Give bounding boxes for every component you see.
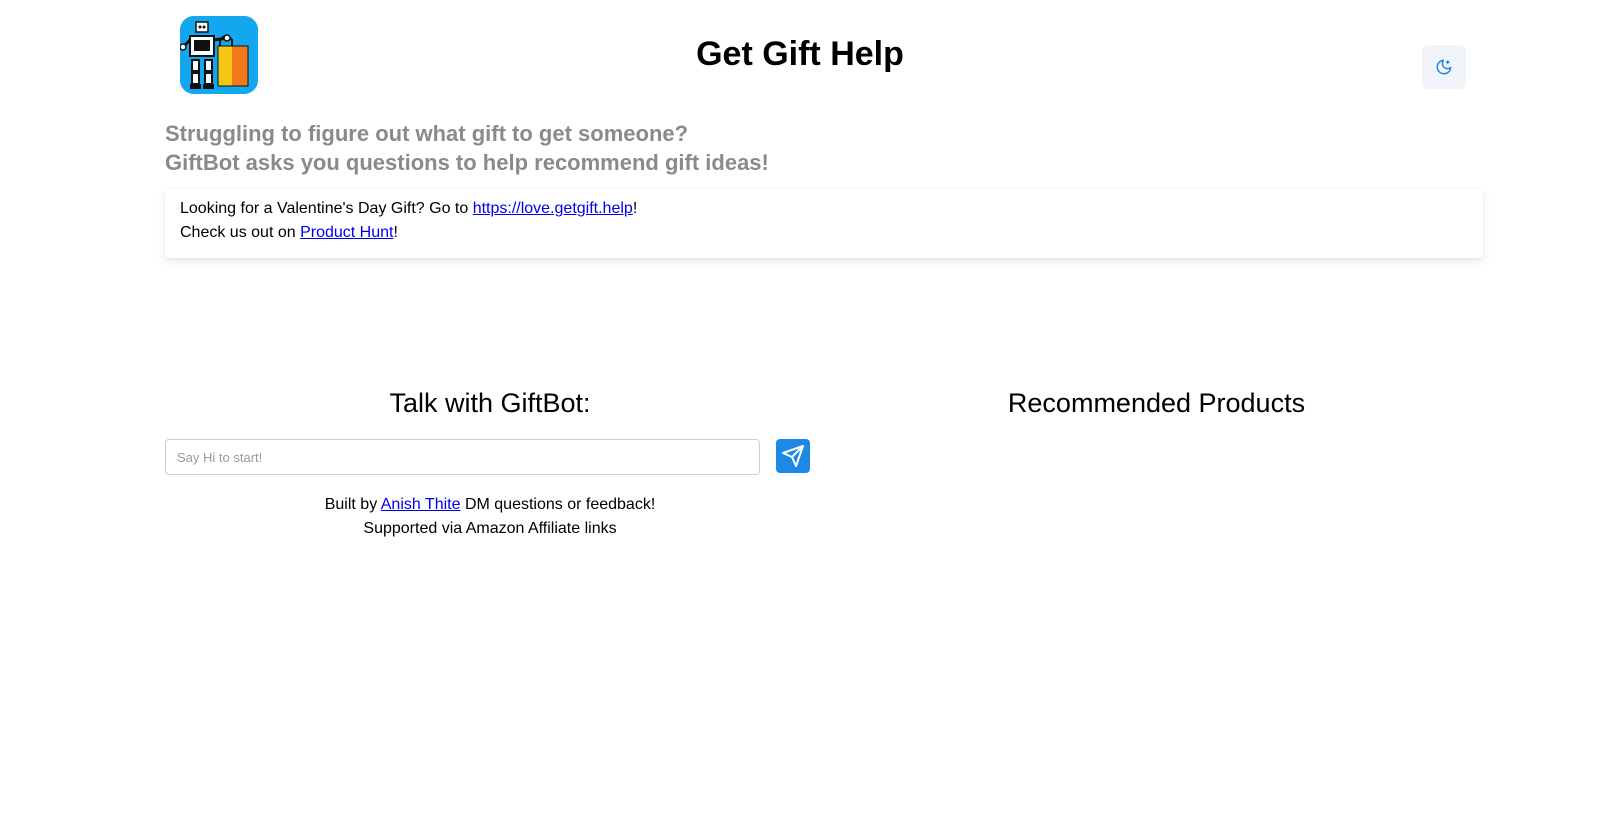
moon-icon [1436,59,1452,75]
product-hunt-announcement: Check us out on Product Hunt! [180,221,1468,245]
product-hunt-link[interactable]: Product Hunt [300,224,393,241]
author-link[interactable]: Anish Thite [381,496,461,513]
send-button[interactable] [776,439,810,473]
product-hunt-text: Check us out on [180,224,301,241]
recommended-products-heading: Recommended Products [1007,388,1306,418]
valentines-suffix: ! [632,200,638,217]
product-hunt-suffix: ! [393,224,398,241]
chat-input[interactable] [165,439,760,475]
page-title: Get Gift Help [696,35,904,73]
built-by-text: Built by [324,496,381,513]
tagline-line-1: Struggling to figure out what gift to ge… [165,121,689,146]
announcement-card: Looking for a Valentine's Day Gift? Go t… [165,190,1483,258]
valentines-text: Looking for a Valentine's Day Gift? Go t… [180,200,473,217]
tagline: Struggling to figure out what gift to ge… [165,119,769,177]
valentines-announcement: Looking for a Valentine's Day Gift? Go t… [180,197,1468,221]
tagline-line-2: GiftBot asks you questions to help recom… [165,150,769,175]
footer: Built by Anish Thite DM questions or fee… [165,493,815,541]
feedback-text: DM questions or feedback! [460,496,656,513]
send-icon [782,445,804,467]
affiliate-note: Supported via Amazon Affiliate links [363,520,617,537]
chat-heading: Talk with GiftBot: [389,388,591,418]
built-by-line: Built by Anish Thite DM questions or fee… [165,493,815,517]
valentines-link[interactable]: https://love.getgift.help [473,200,633,217]
theme-toggle-button[interactable] [1422,45,1466,89]
